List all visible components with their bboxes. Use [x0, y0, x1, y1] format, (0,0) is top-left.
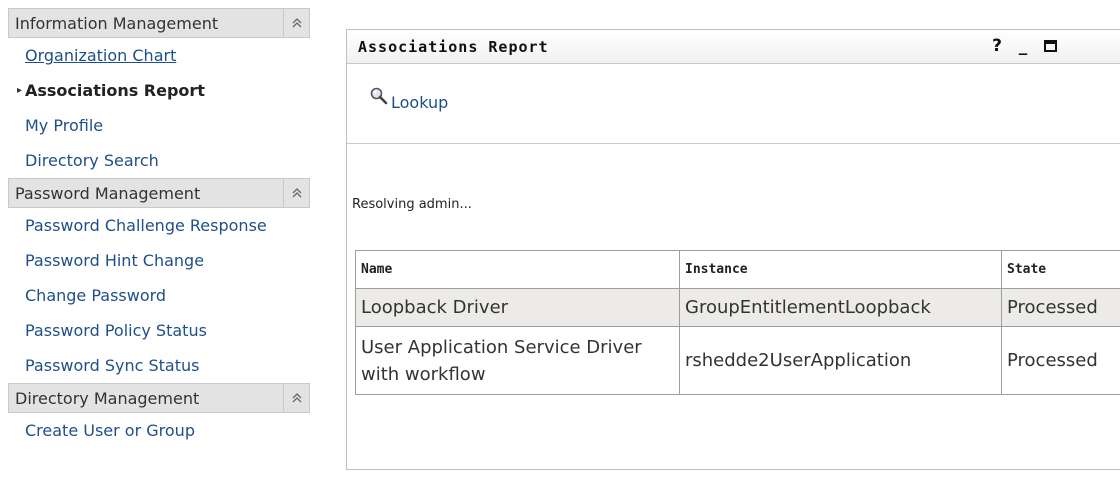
sidebar-item-organization-chart[interactable]: Organization Chart — [8, 38, 310, 73]
lookup-link[interactable]: Lookup — [369, 86, 448, 112]
cell-state: Processed — [1001, 326, 1120, 395]
sidebar-item-directory-search[interactable]: Directory Search — [8, 143, 310, 178]
sidebar-item-label: Change Password — [25, 286, 167, 305]
cell-state: Processed — [1001, 288, 1120, 327]
double-chevron-up-icon[interactable] — [283, 384, 309, 412]
status-text: Resolving admin... — [352, 197, 472, 212]
sidebar-nav: Information Management Organization Char… — [8, 8, 310, 448]
sidebar-item-label: Password Hint Change — [25, 251, 205, 270]
table-header-row: Name Instance State — [355, 250, 1120, 289]
minimize-button[interactable]: _ — [1016, 36, 1030, 56]
sidebar-item-label: Associations Report — [25, 81, 205, 100]
sidebar-item-password-sync-status[interactable]: Password Sync Status — [8, 348, 310, 383]
lookup-toolbar: Lookup — [347, 64, 1120, 144]
portlet-titlebar: Associations Report ? _ — [347, 30, 1120, 64]
cell-name: Loopback Driver — [355, 288, 680, 327]
sidebar-item-label: Password Policy Status — [25, 321, 207, 340]
cell-instance: rshedde2UserApplication — [679, 326, 1002, 395]
triangle-right-icon: ▸ — [17, 85, 23, 96]
sidebar-item-label: Directory Search — [25, 151, 159, 170]
section-header-directory-management[interactable]: Directory Management — [8, 383, 310, 413]
sidebar-item-password-policy-status[interactable]: Password Policy Status — [8, 313, 310, 348]
table-row: Loopback Driver GroupEntitlementLoopback… — [355, 288, 1120, 327]
sidebar-item-change-password[interactable]: Change Password — [8, 278, 310, 313]
sidebar-item-label: My Profile — [25, 116, 104, 135]
table-row: User Application Service Driver with wor… — [355, 326, 1120, 395]
sidebar-item-associations-report[interactable]: ▸ Associations Report — [8, 73, 310, 108]
cell-name: User Application Service Driver with wor… — [355, 326, 680, 395]
sidebar-item-label: Create User or Group — [25, 421, 195, 440]
sidebar-item-label: Organization Chart — [25, 46, 177, 65]
portlet-controls: ? _ — [990, 36, 1057, 56]
lookup-label: Lookup — [391, 93, 449, 112]
sidebar-item-my-profile[interactable]: My Profile — [8, 108, 310, 143]
sidebar-item-label: Password Sync Status — [25, 356, 200, 375]
section-header-password-management[interactable]: Password Management — [8, 178, 310, 208]
column-header-instance: Instance — [679, 250, 1002, 289]
sidebar-item-password-hint-change[interactable]: Password Hint Change — [8, 243, 310, 278]
sidebar-item-password-challenge-response[interactable]: Password Challenge Response — [8, 208, 310, 243]
double-chevron-up-icon[interactable] — [283, 179, 309, 207]
section-title: Directory Management — [15, 388, 200, 408]
sidebar-item-create-user-or-group[interactable]: Create User or Group — [8, 413, 310, 448]
maximize-icon[interactable] — [1044, 40, 1057, 52]
cell-instance: GroupEntitlementLoopback — [679, 288, 1002, 327]
column-header-name: Name — [355, 250, 680, 289]
portlet-title: Associations Report — [358, 37, 549, 56]
section-header-information-management[interactable]: Information Management — [8, 8, 310, 38]
section-title: Information Management — [15, 13, 219, 33]
associations-report-portlet: Associations Report ? _ Lookup Resolving… — [346, 29, 1120, 470]
column-header-state: State — [1001, 250, 1120, 289]
section-title: Password Management — [15, 183, 201, 203]
magnifier-icon — [370, 87, 388, 105]
double-chevron-up-icon[interactable] — [283, 9, 309, 37]
associations-table: Name Instance State Loopback Driver Grou… — [355, 250, 1120, 395]
sidebar-item-label: Password Challenge Response — [25, 216, 267, 235]
help-button[interactable]: ? — [990, 36, 1004, 56]
